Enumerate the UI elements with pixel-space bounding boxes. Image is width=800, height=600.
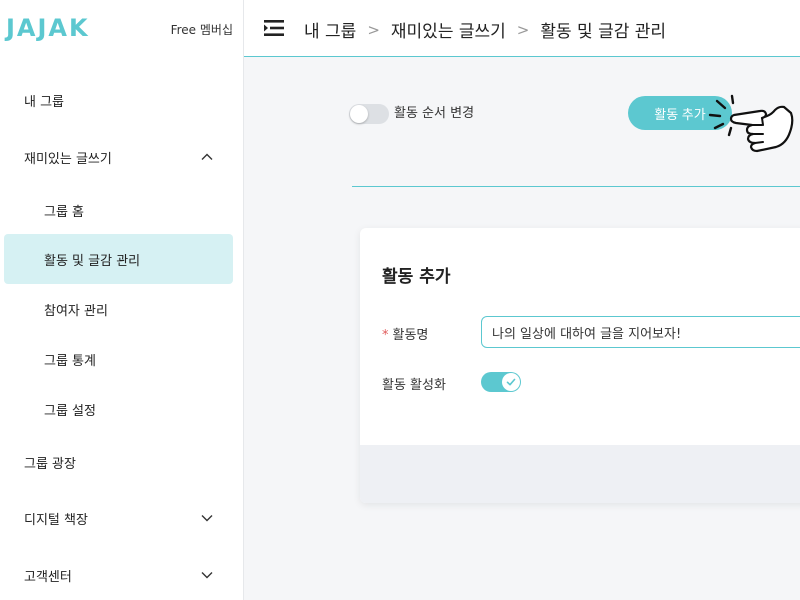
sidebar-item-group-settings[interactable]: 그룹 설정: [0, 384, 244, 434]
card-title: 활동 추가: [382, 267, 451, 287]
sidebar-item-my-group[interactable]: 내 그룹: [0, 75, 244, 125]
reorder-toggle-label: 활동 순서 변경: [394, 106, 475, 121]
sidebar-item-group-home[interactable]: 그룹 홈: [0, 185, 244, 235]
activity-active-toggle[interactable]: [481, 372, 521, 392]
activity-name-label-text: 활동명: [392, 328, 429, 343]
sidebar-item-customer-center[interactable]: 고객센터: [0, 550, 244, 600]
sidebar: JAJAK Free 멤버십 내 그룹 재미있는 글쓰기 그룹 홈 활동 및 글…: [0, 0, 244, 600]
activity-active-label: 활동 활성화: [382, 378, 446, 393]
toggle-knob: [502, 373, 520, 391]
breadcrumb-item-fun-writing[interactable]: 재미있는 글쓰기: [391, 17, 506, 42]
membership-plan: Free 멤버십: [170, 23, 233, 37]
breadcrumb-item-my-group[interactable]: 내 그룹: [304, 17, 356, 42]
chevron-down-icon[interactable]: [200, 568, 214, 582]
pointing-hand-icon: [708, 94, 794, 153]
breadcrumb-separator: >: [367, 20, 380, 39]
top-header: 내 그룹 > 재미있는 글쓰기 > 활동 및 글감 관리: [244, 0, 800, 57]
activity-name-label: * 활동명: [382, 324, 428, 343]
sidebar-item-label: 디지털 책장: [24, 512, 88, 528]
sidebar-item-label: 고객센터: [24, 569, 72, 585]
sidebar-item-label: 그룹 홈: [44, 204, 85, 220]
sidebar-item-label: 참여자 관리: [44, 303, 108, 319]
sidebar-item-group-plaza[interactable]: 그룹 광장: [0, 437, 244, 487]
add-activity-card: 활동 추가 *활동명 활동 활성화: [360, 228, 800, 503]
breadcrumb: 내 그룹 > 재미있는 글쓰기 > 활동 및 글감 관리: [304, 17, 667, 43]
breadcrumb-separator: >: [516, 20, 530, 39]
sidebar-item-activity-management[interactable]: 활동 및 글감 관리: [4, 234, 233, 284]
sidebar-item-label: 활동 및 글감 관리: [44, 253, 141, 269]
section-divider: [352, 186, 800, 187]
sidebar-item-label: 그룹 통계: [44, 353, 96, 369]
card-footer: [360, 445, 800, 503]
breadcrumb-item-current: 활동 및 글감 관리: [540, 22, 667, 42]
brand-logo[interactable]: JAJAK: [6, 14, 90, 42]
required-mark: *: [382, 328, 389, 343]
sidebar-item-label: 내 그룹: [24, 94, 65, 110]
sidebar-item-digital-bookshelf[interactable]: 디지털 책장: [0, 493, 244, 543]
sidebar-item-fun-writing[interactable]: 재미있는 글쓰기: [0, 132, 244, 182]
reorder-toggle[interactable]: [349, 104, 389, 124]
sidebar-item-label: 그룹 설정: [44, 403, 96, 419]
chevron-up-icon[interactable]: [200, 150, 214, 164]
sidebar-item-participants[interactable]: 참여자 관리: [0, 284, 244, 334]
menu-collapse-icon[interactable]: [264, 19, 284, 37]
sidebar-item-group-stats[interactable]: 그룹 통계: [0, 334, 244, 384]
chevron-down-icon[interactable]: [200, 511, 214, 525]
sidebar-item-label: 재미있는 글쓰기: [24, 151, 112, 167]
check-icon: [506, 378, 516, 386]
sidebar-item-label: 그룹 광장: [24, 456, 76, 472]
toggle-knob: [350, 105, 368, 123]
activity-name-input[interactable]: [481, 316, 800, 348]
